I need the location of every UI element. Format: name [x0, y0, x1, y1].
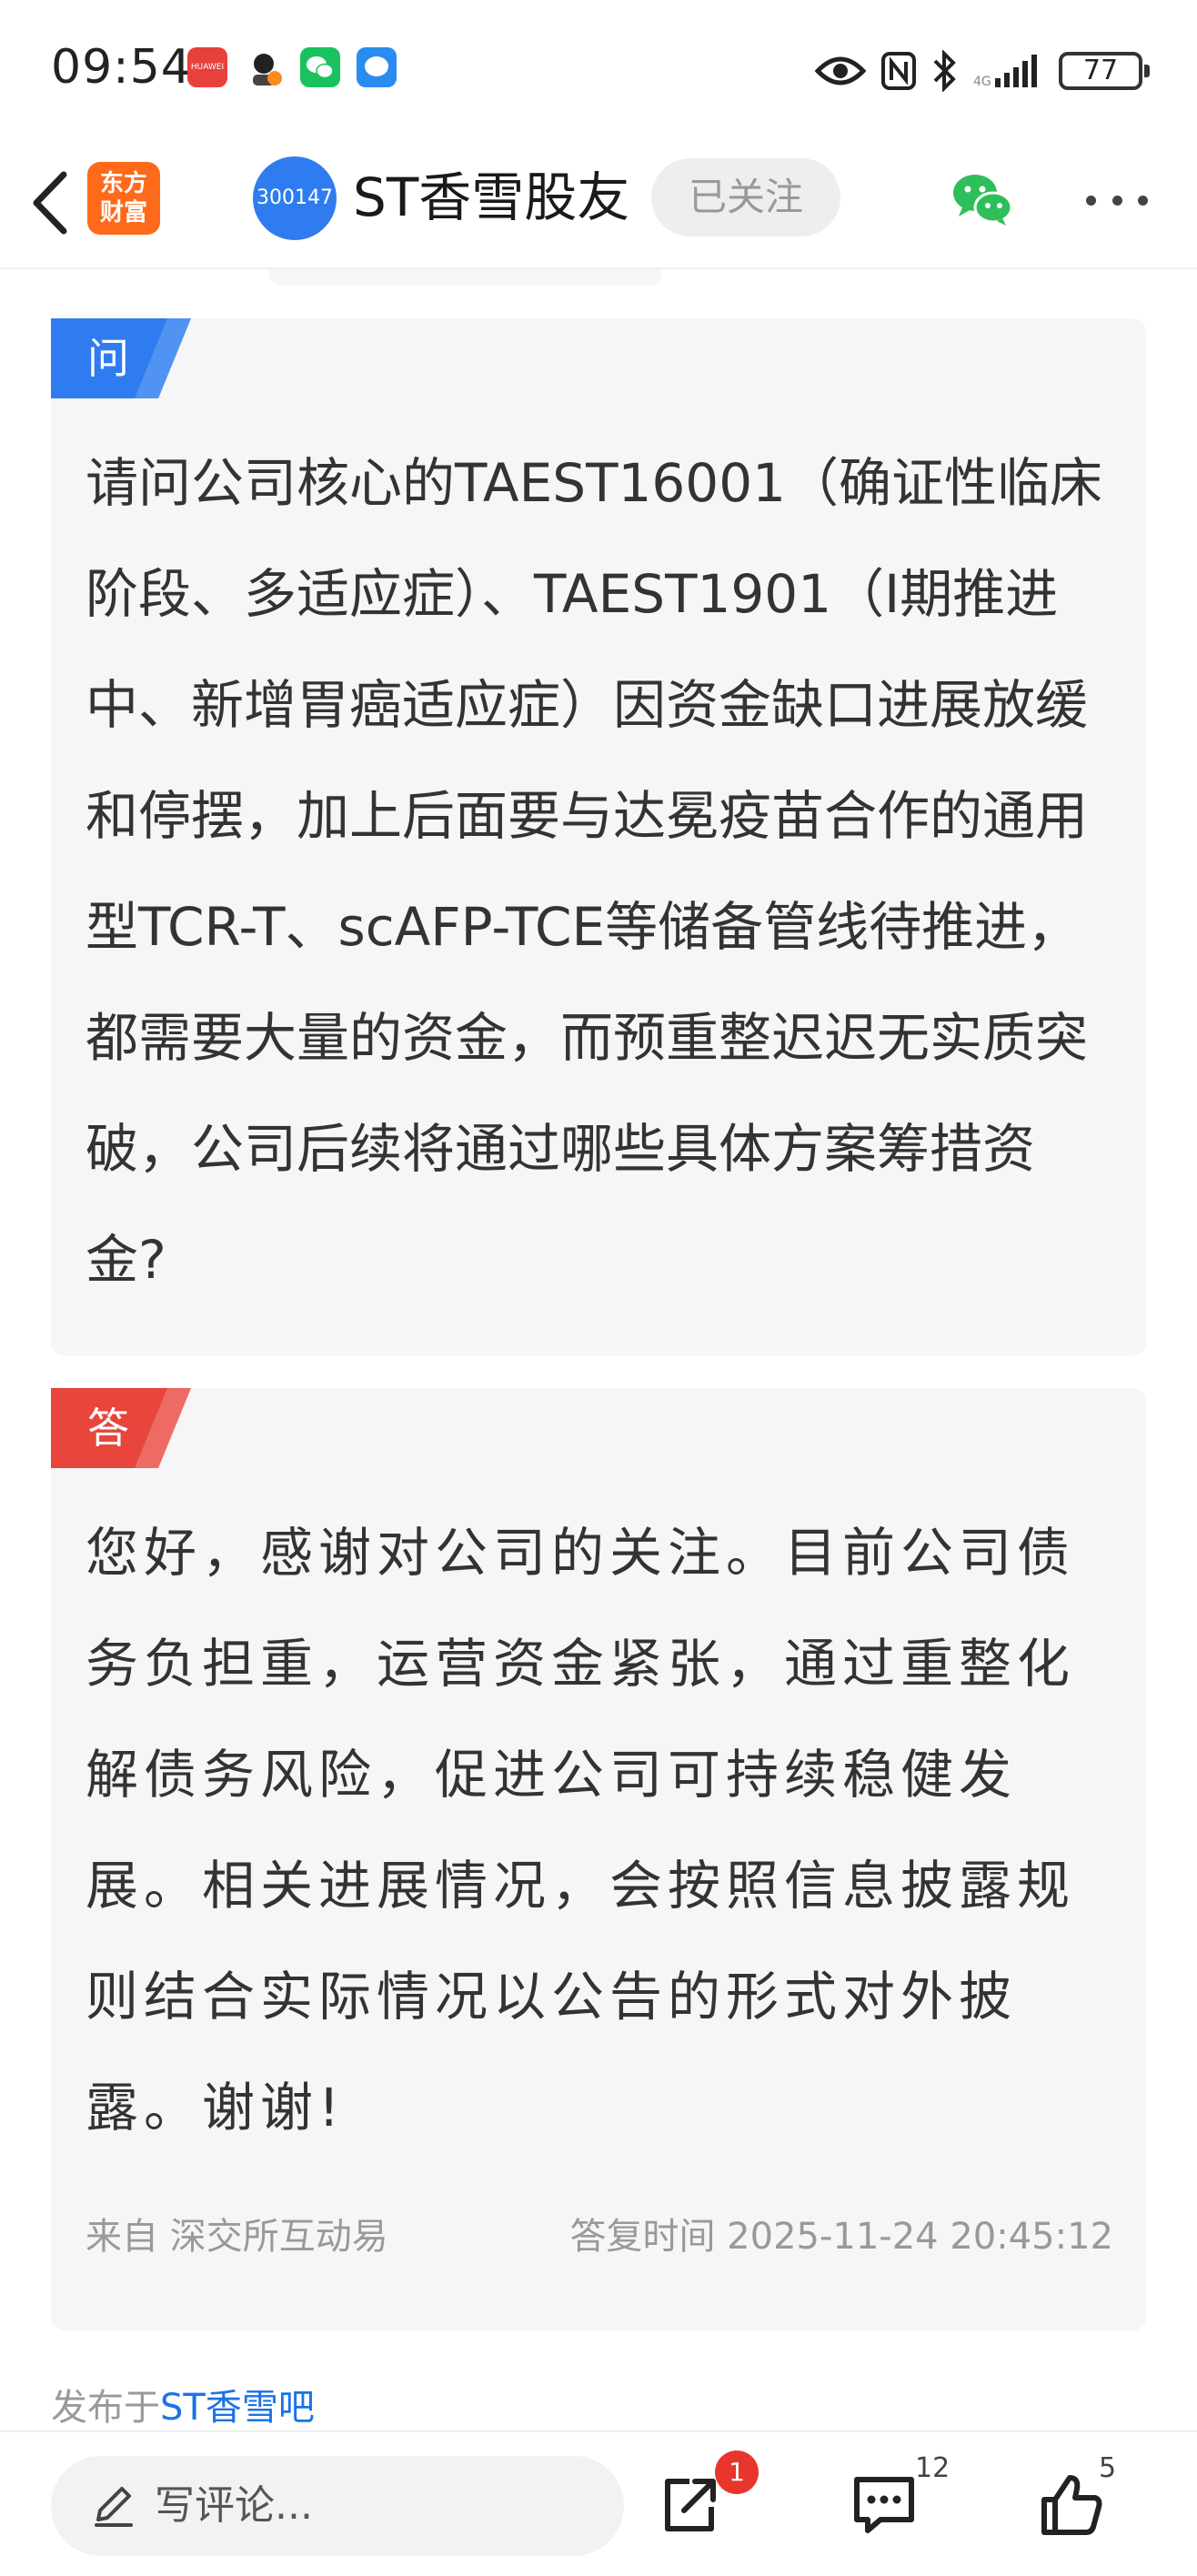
- scrolled-content-edge: [269, 269, 662, 286]
- comment-input[interactable]: 写评论...: [51, 2456, 624, 2556]
- comment-icon: [854, 2477, 914, 2533]
- battery-indicator: 77: [1059, 52, 1150, 90]
- more-options-button[interactable]: [1081, 173, 1153, 227]
- brand-logo-line2: 财富: [99, 199, 147, 226]
- answer-tag-label: 答: [87, 1404, 129, 1453]
- question-tag: 问: [51, 318, 191, 398]
- nfc-icon: [881, 52, 916, 90]
- answer-card: 答 您好，感谢对公司的关注。目前公司债务负担重，运营资金紧张，通过重整化解债务风…: [51, 1388, 1146, 2330]
- eye-icon: [815, 56, 866, 86]
- stock-code-badge[interactable]: 300147: [253, 156, 337, 240]
- answer-text: 您好，感谢对公司的关注。目前公司债务负担重，运营资金紧张，通过重整化解债务风险，…: [86, 1522, 1076, 2138]
- posted-in-line: 发布于ST香雪吧: [51, 2378, 315, 2430]
- wechat-share-button[interactable]: [946, 162, 1019, 235]
- thumbs-up-icon: [1041, 2475, 1102, 2535]
- status-time: 09:54: [51, 40, 192, 95]
- status-bar: 09:54 HUAWEI 4G 77: [0, 0, 1197, 136]
- wechat-app-icon: [300, 47, 340, 87]
- comment-placeholder: 写评论...: [155, 2482, 313, 2529]
- more-dot-icon: [1086, 195, 1096, 206]
- question-tag-label: 问: [87, 334, 129, 383]
- answer-meta: 来自 深交所互动易 答复时间 2025-11-24 20:45:12: [86, 2207, 1113, 2259]
- eastmoney-logo[interactable]: 东方 财富: [87, 162, 160, 235]
- back-button[interactable]: [20, 164, 84, 242]
- bluetooth-icon: [933, 50, 956, 92]
- answer-reply-time: 答复时间 2025-11-24 20:45:12: [569, 2216, 1113, 2258]
- page-title[interactable]: ST香雪股友: [353, 158, 629, 236]
- answer-source: 来自 深交所互动易: [86, 2216, 388, 2258]
- question-card: 问 请问公司核心的TAEST16001（确证性临床阶段、多适应症）、TAEST1…: [51, 318, 1146, 1355]
- svg-text:4G: 4G: [973, 75, 991, 89]
- pen-icon: [95, 2487, 133, 2527]
- bottom-action-bar: 写评论... 1 12 5: [0, 2430, 1197, 2576]
- forum-link[interactable]: ST香雪吧: [160, 2387, 315, 2429]
- signal-icon: 4G: [973, 55, 1037, 89]
- avatar-app-icon: [244, 47, 284, 87]
- share-count-badge: 1: [715, 2450, 759, 2494]
- posted-in-prefix: 发布于: [51, 2387, 160, 2429]
- top-nav-bar: 东方 财富 300147 ST香雪股友 已关注: [0, 136, 1197, 269]
- comment-count: 12: [915, 2452, 951, 2484]
- share-button[interactable]: [653, 2469, 726, 2541]
- like-button[interactable]: [1035, 2469, 1108, 2541]
- like-count: 5: [1099, 2452, 1117, 2484]
- more-dot-icon: [1138, 195, 1148, 206]
- huawei-app-icon: HUAWEI: [187, 47, 227, 87]
- question-text: 请问公司核心的TAEST16001（确证性临床阶段、多适应症）、TAEST190…: [86, 452, 1103, 1291]
- follow-button[interactable]: 已关注: [651, 158, 840, 236]
- share-icon: [665, 2479, 716, 2531]
- status-indicators: 4G 77: [815, 47, 1150, 95]
- chevron-left-icon: [33, 171, 67, 235]
- message-app-icon: [357, 47, 397, 87]
- answer-tag: 答: [51, 1388, 191, 1468]
- wechat-icon: [953, 175, 1013, 226]
- brand-logo-line1: 东方: [99, 170, 147, 197]
- comments-button[interactable]: [848, 2469, 920, 2541]
- more-dot-icon: [1112, 195, 1122, 206]
